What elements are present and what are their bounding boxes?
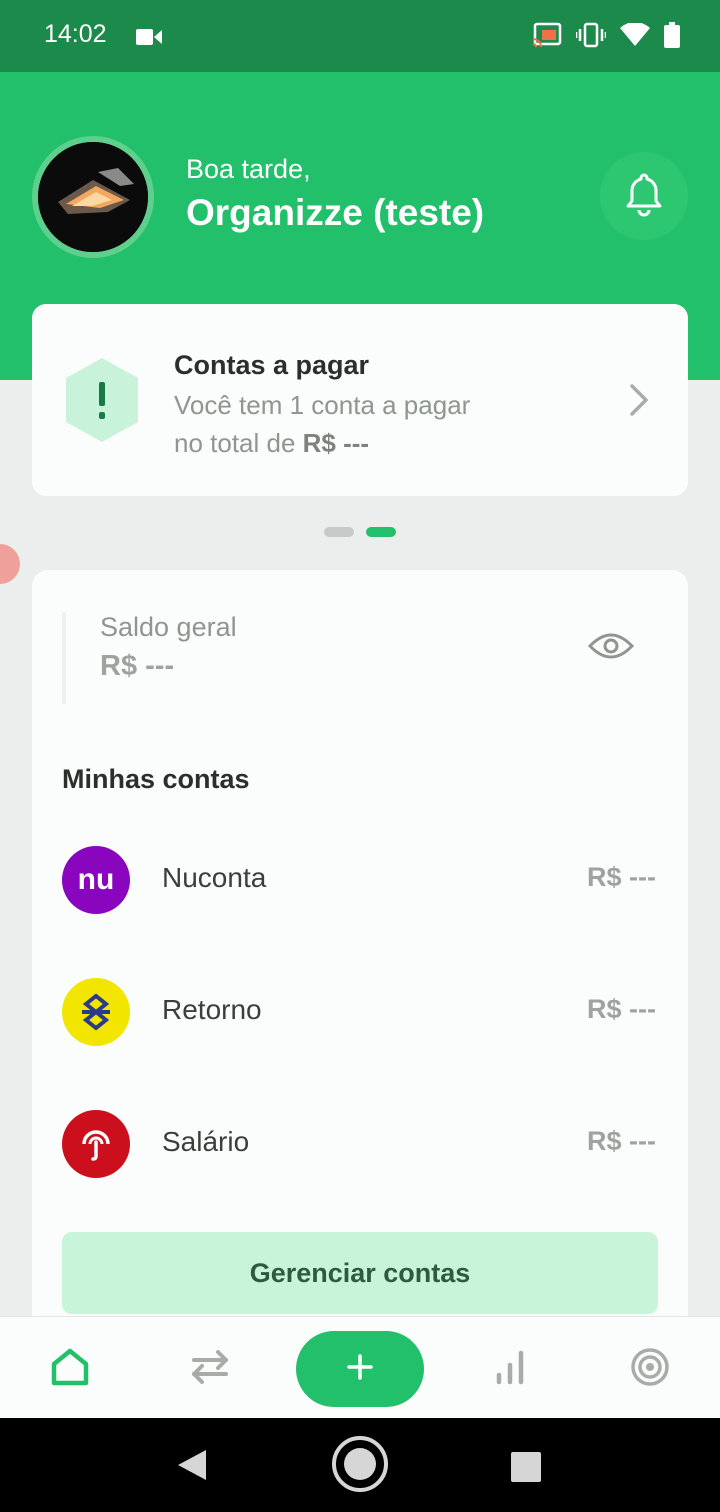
bradesco-logo-icon	[62, 1110, 130, 1178]
bills-to-pay-card[interactable]: Contas a pagar Você tem 1 conta a pagar …	[32, 304, 688, 496]
wifi-icon	[620, 22, 650, 51]
system-navigation-bar	[0, 1418, 720, 1512]
balance-value: R$ ---	[100, 650, 175, 682]
bills-description-line1: Você tem 1 conta a pagar	[174, 390, 471, 420]
bills-amount: R$ ---	[302, 428, 370, 458]
avatar[interactable]	[32, 136, 154, 258]
cast-icon	[532, 22, 562, 52]
balance-label: Saldo geral	[100, 612, 237, 642]
my-accounts-title: Minhas contas	[62, 764, 250, 794]
account-row-salario[interactable]: Salário R$ ---	[62, 1104, 662, 1184]
user-name: Organizze (teste)	[186, 192, 485, 233]
bills-description: Você tem 1 conta a pagar no total de R$ …	[174, 386, 574, 462]
account-name: Nuconta	[162, 862, 267, 893]
reports-icon[interactable]	[486, 1343, 534, 1391]
accounts-card: Saldo geral R$ --- Minhas contas nu Nuco…	[32, 570, 688, 1330]
video-camera-icon	[136, 28, 162, 50]
account-value: R$ ---	[587, 1126, 656, 1156]
previous-card-peek	[0, 544, 20, 584]
home-icon[interactable]	[46, 1343, 94, 1391]
status-time: 14:02	[44, 20, 107, 48]
account-row-retorno[interactable]: Retorno R$ ---	[62, 972, 662, 1052]
notifications-button[interactable]	[600, 152, 688, 240]
bottom-navigation	[0, 1316, 720, 1418]
goals-icon[interactable]	[626, 1343, 674, 1391]
alert-icon	[62, 356, 142, 444]
account-value: R$ ---	[587, 994, 656, 1024]
transactions-icon[interactable]	[186, 1343, 234, 1391]
account-row-nuconta[interactable]: nu Nuconta R$ ---	[62, 840, 662, 920]
status-bar: 14:02	[0, 0, 720, 72]
back-icon[interactable]	[176, 1448, 208, 1486]
eye-icon[interactable]	[587, 630, 635, 666]
add-icon	[346, 1353, 374, 1385]
banco-do-brasil-logo-icon	[62, 978, 130, 1046]
account-name: Salário	[162, 1126, 250, 1157]
account-name: Retorno	[162, 994, 262, 1025]
carousel-dot[interactable]	[324, 527, 354, 537]
recents-icon[interactable]	[511, 1452, 541, 1482]
chevron-right-icon	[628, 382, 650, 422]
bills-description-prefix: no total de	[174, 428, 303, 458]
battery-icon	[664, 22, 680, 52]
nubank-logo-icon: nu	[62, 846, 130, 914]
nubank-logo-text: nu	[77, 863, 115, 896]
manage-accounts-button[interactable]: Gerenciar contas	[62, 1232, 658, 1314]
bell-icon	[624, 171, 664, 221]
account-value: R$ ---	[587, 862, 656, 892]
vibrate-icon	[574, 22, 608, 52]
add-transaction-button[interactable]	[296, 1331, 424, 1407]
carousel-indicator	[324, 527, 396, 537]
carousel-dot-active[interactable]	[366, 527, 396, 537]
balance-accent-bar	[62, 612, 66, 704]
bills-title: Contas a pagar	[174, 350, 370, 380]
greeting-text: Boa tarde,	[186, 154, 311, 184]
home-circle-icon[interactable]	[332, 1436, 388, 1492]
